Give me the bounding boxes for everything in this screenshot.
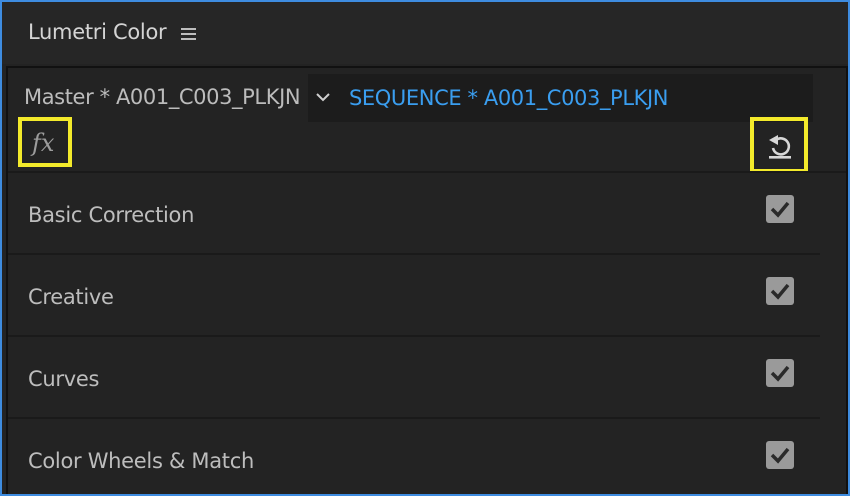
section-label: Curves	[28, 367, 100, 391]
panel-title-bar: Lumetri Color	[2, 2, 848, 64]
chevron-down-icon[interactable]	[314, 88, 332, 106]
panel-title: Lumetri Color	[28, 20, 167, 44]
clip-selector: Master * A001_C003_PLKJN SEQUENCE * A001…	[8, 68, 846, 122]
section-label: Basic Correction	[28, 203, 195, 227]
checkmark-icon	[770, 365, 790, 382]
section-enable-checkbox[interactable]	[766, 359, 794, 387]
section-label: Color Wheels & Match	[28, 449, 254, 473]
fx-toggle-button[interactable]: fx	[18, 117, 72, 167]
checkmark-icon	[770, 447, 790, 464]
hamburger-icon[interactable]	[179, 26, 199, 42]
section-creative[interactable]: Creative	[8, 255, 820, 337]
reset-button[interactable]	[750, 117, 808, 173]
master-clip-label[interactable]: Master * A001_C003_PLKJN	[24, 85, 301, 109]
lumetri-color-panel: Lumetri Color Master * A001_C003_PLKJN S…	[0, 0, 850, 496]
section-label: Creative	[28, 285, 114, 309]
sequence-clip-selector: SEQUENCE * A001_C003_PLKJN	[308, 74, 813, 122]
checkmark-icon	[770, 283, 790, 300]
sequence-clip-label[interactable]: SEQUENCE * A001_C003_PLKJN	[349, 86, 668, 110]
section-enable-checkbox[interactable]	[766, 277, 794, 305]
section-curves[interactable]: Curves	[8, 337, 820, 419]
effect-sections-list: Basic Correction Creative Curves Color W…	[8, 173, 820, 494]
section-color-wheels-match[interactable]: Color Wheels & Match	[8, 419, 820, 494]
reset-icon	[769, 135, 791, 159]
fx-icon: fx	[32, 129, 55, 157]
section-basic-correction[interactable]: Basic Correction	[8, 173, 820, 255]
checkmark-icon	[770, 201, 790, 218]
panel-content: Master * A001_C003_PLKJN SEQUENCE * A001…	[6, 66, 848, 494]
section-enable-checkbox[interactable]	[766, 441, 794, 469]
section-enable-checkbox[interactable]	[766, 195, 794, 223]
